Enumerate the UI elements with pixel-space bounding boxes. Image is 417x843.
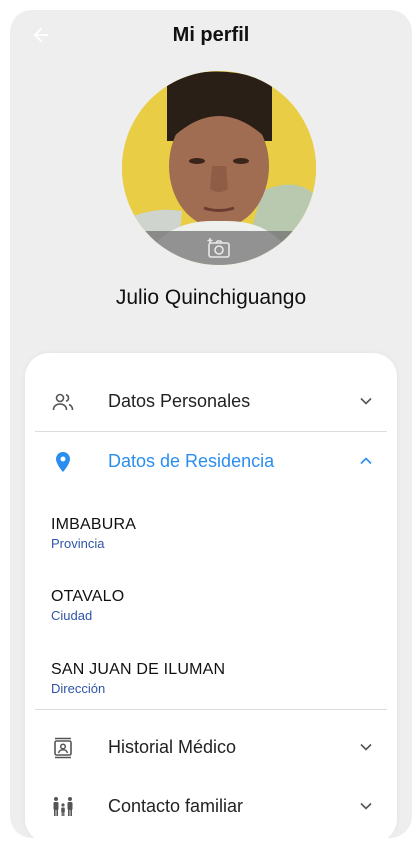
avatar[interactable] xyxy=(122,71,316,265)
app-bar: Mi perfil xyxy=(10,10,412,60)
chevron-down-icon xyxy=(360,802,372,810)
profile-sections-card: Datos Personales Datos de Residencia IMB… xyxy=(25,353,397,838)
field-value: SAN JUAN DE ILUMAN xyxy=(51,661,226,678)
section-datos-residencia[interactable]: Datos de Residencia xyxy=(25,433,397,489)
divider xyxy=(35,709,387,710)
chevron-down-icon xyxy=(360,397,372,405)
field-label: Dirección xyxy=(51,681,106,696)
chevron-up-icon xyxy=(360,457,372,465)
chevron-down-icon xyxy=(360,743,372,751)
change-photo-button[interactable] xyxy=(122,231,316,265)
section-datos-personales[interactable]: Datos Personales xyxy=(25,373,397,429)
section-label: Datos Personales xyxy=(108,391,251,411)
residence-field-provincia: IMBABURA Provincia xyxy=(51,516,136,551)
people-icon xyxy=(52,393,74,411)
section-historial-medico[interactable]: Historial Médico xyxy=(25,719,397,775)
field-value: OTAVALO xyxy=(51,588,125,605)
residence-field-ciudad: OTAVALO Ciudad xyxy=(51,588,124,623)
section-label: Datos de Residencia xyxy=(108,451,275,471)
profile-screen: Mi perfil Julio Quinchiguango Datos Pers… xyxy=(10,10,412,838)
location-pin-icon xyxy=(56,452,70,472)
profile-name: Julio Quinchiguango xyxy=(115,286,307,309)
field-label: Provincia xyxy=(51,536,105,551)
family-icon xyxy=(53,797,73,816)
page-title: Mi perfil xyxy=(172,24,250,46)
field-value: IMBABURA xyxy=(51,516,137,533)
medical-record-icon xyxy=(54,737,72,759)
residence-field-direccion: SAN JUAN DE ILUMAN Dirección xyxy=(51,661,225,696)
camera-add-icon xyxy=(207,238,230,258)
section-contacto-familiar[interactable]: Contacto familiar xyxy=(25,778,397,834)
section-label: Contacto familiar xyxy=(108,796,244,816)
divider xyxy=(35,431,387,432)
field-label: Ciudad xyxy=(51,608,93,623)
section-label: Historial Médico xyxy=(108,737,237,757)
